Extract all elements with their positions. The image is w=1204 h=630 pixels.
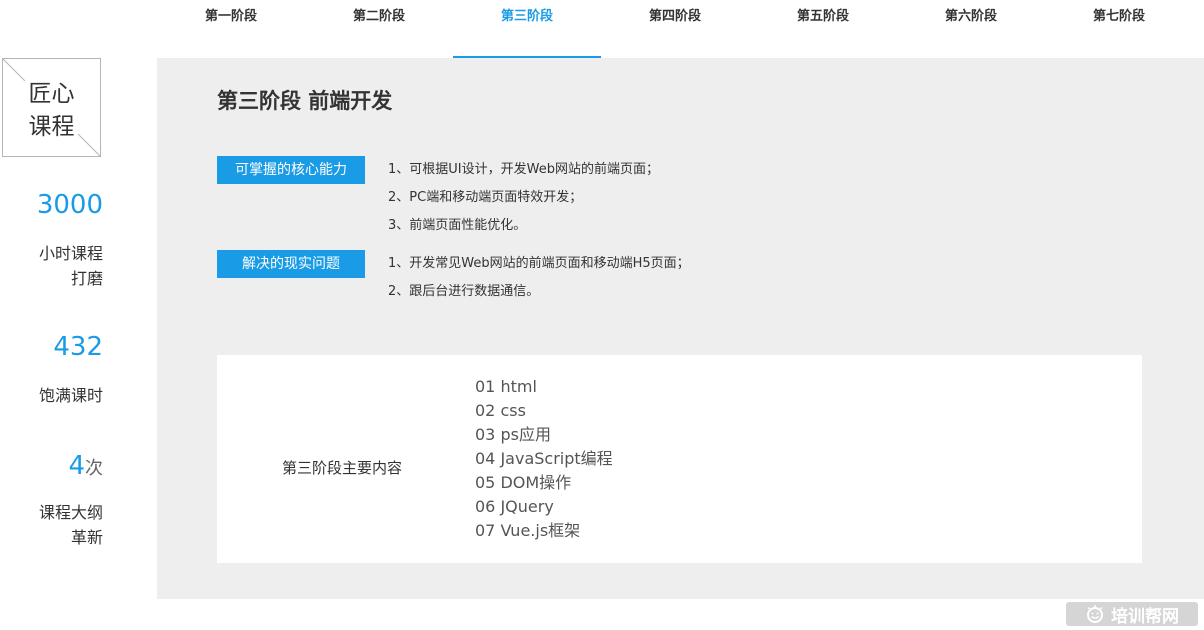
- stat-revisions-value: 4次: [68, 451, 103, 484]
- module-item: 04 JavaScript编程: [475, 449, 613, 468]
- tab-stage-4[interactable]: 第四阶段: [601, 0, 749, 58]
- badge-text: 匠心 课程: [3, 78, 100, 144]
- module-item: 02 css: [475, 401, 526, 420]
- stage-title: 第三阶段 前端开发: [217, 89, 393, 113]
- tab-stage-3[interactable]: 第三阶段: [453, 0, 601, 58]
- badge-line-1: 匠心: [28, 81, 75, 107]
- list-item: 1、可根据UI设计，开发Web网站的前端页面；: [388, 162, 659, 177]
- core-ability-list: 1、可根据UI设计，开发Web网站的前端页面； 2、PC端和移动端页面特效开发；…: [388, 156, 659, 240]
- list-item: 1、开发常见Web网站的前端页面和移动端H5页面；: [388, 256, 690, 271]
- sidebar: 匠心 课程 3000 小时课程 打磨 432 饱满课时 4次 课程大纲 革新: [0, 58, 157, 630]
- module-item: 03 ps应用: [475, 425, 551, 444]
- module-item: 06 JQuery: [475, 497, 554, 516]
- stat-lessons-label-line-1: 饱满课时: [38, 386, 103, 405]
- real-problems-tag: 解决的现实问题: [217, 250, 365, 278]
- main-content-label: 第三阶段主要内容: [282, 459, 403, 477]
- list-item: 2、PC端和移动端页面特效开发；: [388, 190, 583, 205]
- stat-hours-label-line-1: 小时课程: [38, 244, 103, 263]
- stat-hours-number: 3000: [36, 190, 103, 220]
- stage-detail-panel: 第三阶段 前端开发 可掌握的核心能力 1、可根据UI设计，开发Web网站的前端页…: [157, 58, 1204, 599]
- tab-stage-1[interactable]: 第一阶段: [157, 0, 305, 58]
- stat-revisions-label: 课程大纲 革新: [3, 500, 103, 550]
- module-list: 01 html 02 css 03 ps应用 04 JavaScript编程 0…: [475, 375, 613, 543]
- stat-revisions-label-line-2: 革新: [70, 528, 103, 547]
- site-watermark: 培训帮网: [1066, 602, 1198, 627]
- badge-line-2: 课程: [28, 114, 75, 140]
- main-content-box: 第三阶段主要内容 01 html 02 css 03 ps应用 04 JavaS…: [217, 355, 1142, 563]
- stage-tabs: 第一阶段 第二阶段 第三阶段 第四阶段 第五阶段 第六阶段 第七阶段: [157, 0, 1204, 58]
- stat-lessons-value: 432: [53, 332, 103, 365]
- tab-stage-2[interactable]: 第二阶段: [305, 0, 453, 58]
- core-ability-tag: 可掌握的核心能力: [217, 156, 365, 184]
- craft-course-badge: 匠心 课程: [2, 58, 101, 157]
- stat-hours-value: 3000: [37, 190, 103, 223]
- stat-lessons-number: 432: [53, 332, 103, 362]
- module-item: 01 html: [475, 377, 537, 396]
- real-problems-list: 1、开发常见Web网站的前端页面和移动端H5页面； 2、跟后台进行数据通信。: [388, 250, 690, 306]
- tab-stage-6[interactable]: 第六阶段: [897, 0, 1045, 58]
- stat-revisions-label-line-1: 课程大纲: [38, 503, 103, 522]
- stat-revisions-unit: 次: [85, 458, 103, 479]
- stat-hours-label: 小时课程 打磨: [3, 241, 103, 291]
- watermark-text: 培训帮网: [1111, 606, 1179, 627]
- tab-stage-7[interactable]: 第七阶段: [1045, 0, 1193, 58]
- stat-revisions-number: 4: [68, 451, 85, 481]
- module-item: 07 Vue.js框架: [475, 521, 581, 540]
- list-item: 3、前端页面性能优化。: [388, 218, 527, 233]
- stat-hours-label-line-2: 打磨: [70, 269, 103, 288]
- smile-icon: [1087, 605, 1103, 623]
- module-item: 05 DOM操作: [475, 473, 572, 492]
- tab-stage-5[interactable]: 第五阶段: [749, 0, 897, 58]
- stat-lessons-label: 饱满课时: [3, 383, 103, 408]
- list-item: 2、跟后台进行数据通信。: [388, 284, 540, 299]
